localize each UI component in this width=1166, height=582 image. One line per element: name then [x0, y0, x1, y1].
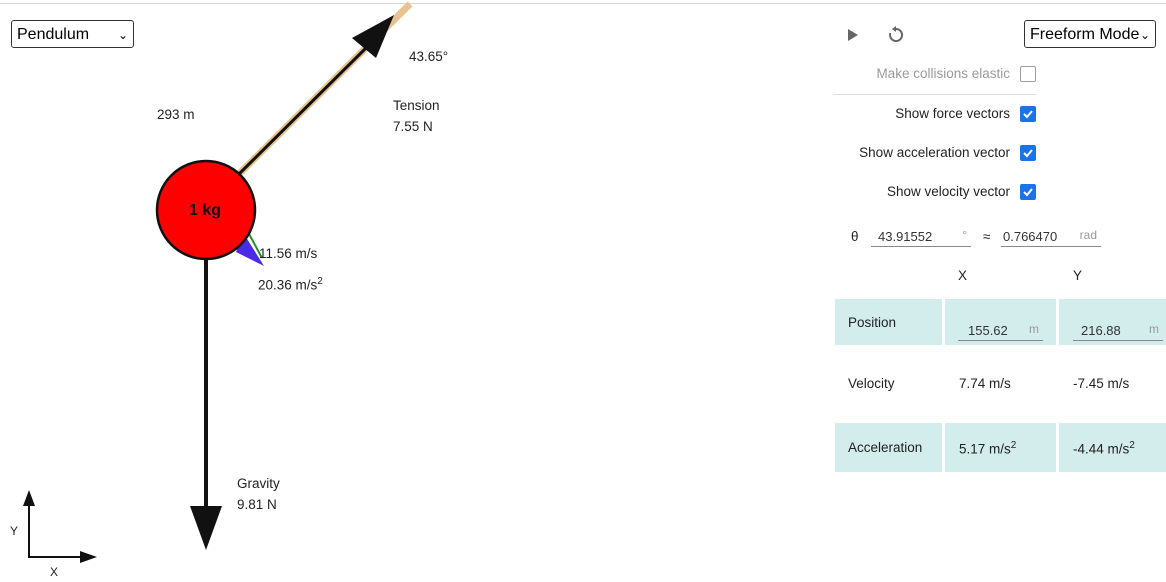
chevron-down-icon: ⌄: [117, 28, 128, 42]
velocity-checkbox[interactable]: [1020, 184, 1036, 200]
chevron-down-icon: ⌄: [1139, 28, 1150, 42]
position-y-value: 216.88: [1081, 323, 1121, 338]
acceleration-row-label: Acceleration: [848, 440, 923, 455]
position-x-unit: m: [1029, 322, 1039, 336]
velocity-label: Show velocity vector: [886, 184, 1010, 199]
theta-degrees-value: 43.91552: [878, 229, 933, 244]
velocity-y-value: -7.45 m/s: [1073, 376, 1130, 391]
force-checkbox[interactable]: [1020, 106, 1036, 122]
degree-unit: °: [962, 228, 967, 242]
accel-label: Show acceleration vector: [859, 145, 1010, 160]
gravity-value: 9.81 N: [237, 497, 277, 512]
acceleration-y-value: -4.44 m/s2: [1073, 440, 1135, 457]
theta-radians-input[interactable]: 0.766470 rad: [1001, 228, 1101, 247]
velocity-row-label: Velocity: [848, 376, 895, 391]
divider: [833, 94, 1036, 95]
force-row: Show force vectors: [895, 106, 1036, 122]
acceleration-value: 20.36 m/s2: [258, 276, 323, 293]
x-axis-label: X: [50, 565, 59, 579]
mass-label: 1 kg: [189, 202, 222, 219]
scenario-select-value: Pendulum: [17, 26, 90, 43]
accel-checkbox[interactable]: [1020, 145, 1036, 161]
theta-radians-value: 0.766470: [1003, 229, 1058, 244]
tension-arrow-shaft: [235, 44, 370, 178]
scenario-select[interactable]: Pendulum ⌄: [11, 20, 134, 48]
position-x-input[interactable]: 155.62 m: [958, 322, 1043, 341]
col-header-x: X: [958, 268, 968, 283]
approx-symbol: ≈: [983, 229, 991, 244]
simulation-canvas[interactable]: [0, 0, 833, 582]
elastic-checkbox[interactable]: [1020, 66, 1036, 82]
velocity-row: Show velocity vector: [887, 184, 1036, 200]
angle-label: 43.65°: [409, 49, 449, 64]
accel-row: Show acceleration vector: [859, 145, 1036, 161]
velocity-x-value: 7.74 m/s: [959, 376, 1011, 391]
velocity-value: 11.56 m/s: [259, 246, 318, 261]
acceleration-x-value: 5.17 m/s2: [959, 440, 1017, 457]
length-label: 293 m: [157, 107, 195, 122]
force-label: Show force vectors: [895, 106, 1010, 121]
radian-unit: rad: [1079, 228, 1097, 242]
elastic-row: Make collisions elastic: [876, 66, 1036, 82]
position-y-input[interactable]: 216.88 m: [1073, 322, 1163, 341]
theta-symbol: θ: [851, 229, 859, 244]
position-y-unit: m: [1149, 322, 1159, 336]
play-icon[interactable]: [846, 28, 860, 45]
y-axis-label: Y: [10, 524, 19, 538]
position-label: Position: [848, 315, 897, 330]
gravity-title: Gravity: [237, 476, 280, 491]
position-x-value: 155.62: [968, 323, 1008, 338]
gravity-arrow-head: [190, 506, 222, 550]
mode-select-value: Freeform Mode: [1030, 26, 1140, 43]
x-axis-arrow: [80, 551, 97, 563]
tension-title: Tension: [393, 98, 440, 113]
y-axis-arrow: [23, 490, 35, 506]
col-header-y: Y: [1073, 268, 1083, 283]
theta-degrees-input[interactable]: 43.91552 °: [871, 228, 971, 247]
tension-value: 7.55 N: [393, 119, 433, 134]
reset-icon[interactable]: [887, 26, 905, 47]
mode-select[interactable]: Freeform Mode ⌄: [1024, 20, 1156, 48]
elastic-label: Make collisions elastic: [876, 66, 1010, 81]
